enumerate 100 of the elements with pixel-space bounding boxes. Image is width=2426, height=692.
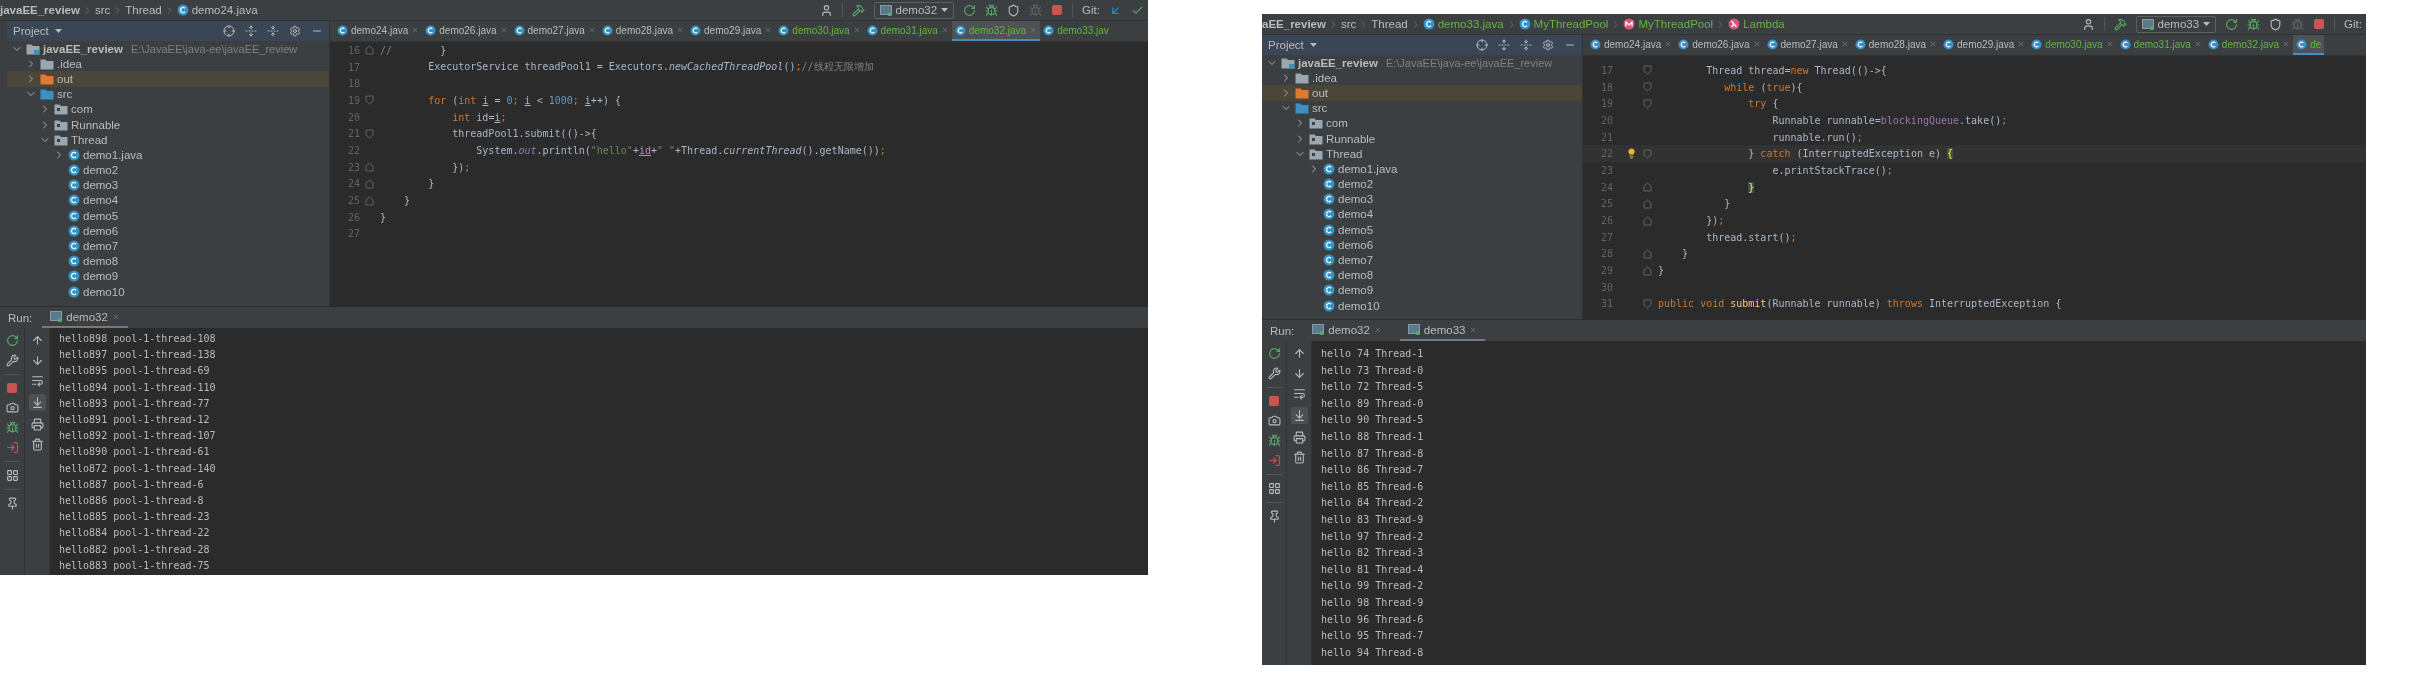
editor-tab[interactable]: demo27.java [1763, 35, 1852, 55]
locate-icon[interactable] [223, 25, 235, 37]
breadcrumb-item[interactable]: Lambda [1728, 18, 1785, 30]
close-icon[interactable] [1469, 325, 1478, 334]
close-icon[interactable] [1373, 325, 1382, 334]
fold-marker-icon[interactable] [365, 128, 374, 139]
close-icon[interactable] [1029, 26, 1038, 34]
fold-marker-icon[interactable] [365, 195, 374, 206]
fold-marker-icon[interactable] [1643, 98, 1652, 109]
hammer-icon[interactable] [851, 3, 865, 17]
close-icon[interactable] [676, 26, 685, 34]
rerun-icon[interactable] [2225, 17, 2239, 31]
tree-item[interactable]: demo3 [1262, 191, 1582, 207]
editor-tab[interactable]: demo33.jav [1040, 21, 1112, 41]
bug-icon[interactable] [1267, 434, 1281, 447]
tree-item[interactable]: javaEE_review E:\JavaEE\java-ee\javaEE_review [1262, 55, 1582, 71]
stop-icon[interactable] [1268, 395, 1280, 407]
editor-tab[interactable]: demo27.java [510, 21, 599, 41]
editor-tab[interactable]: demo31.java [863, 21, 952, 41]
tree-item[interactable]: demo10 [7, 284, 329, 300]
editor-tab[interactable]: demo28.java [598, 21, 688, 41]
tree-item[interactable]: out [7, 71, 329, 87]
editor-tab[interactable]: demo29.java [1940, 35, 2029, 55]
tree-item[interactable]: src [7, 86, 329, 102]
trash-icon[interactable] [1292, 451, 1306, 464]
up-arrow-icon[interactable] [1292, 347, 1306, 360]
bug-icon[interactable] [5, 421, 19, 434]
tree-item[interactable]: demo7 [1262, 252, 1582, 268]
breadcrumb-item[interactable]: src [94, 4, 111, 16]
breadcrumb-item[interactable]: demo24.java [176, 4, 258, 16]
collapse-all-icon[interactable] [267, 25, 279, 37]
bug-icon[interactable] [1029, 3, 1043, 17]
pin-icon[interactable] [5, 497, 19, 510]
fold-marker-icon[interactable] [1643, 148, 1652, 159]
fold-marker-icon[interactable] [1643, 82, 1652, 93]
close-icon[interactable] [2282, 40, 2291, 48]
tree-item[interactable]: src [1262, 100, 1582, 116]
trash-icon[interactable] [30, 438, 44, 451]
close-icon[interactable] [2193, 40, 2202, 48]
tree-item[interactable]: demo4 [7, 192, 329, 209]
tree-item[interactable]: demo6 [1262, 237, 1582, 253]
close-icon[interactable] [2017, 40, 2026, 48]
breadcrumb-item[interactable]: aEE_review [1262, 18, 1326, 30]
editor-tab[interactable]: demo30.java [775, 21, 864, 41]
scroll-to-end-toggle[interactable] [28, 394, 46, 411]
tree-item[interactable]: out [1262, 85, 1582, 101]
close-icon[interactable] [852, 26, 861, 34]
expand-all-icon[interactable] [245, 25, 257, 37]
tree-item[interactable]: demo2 [1262, 176, 1582, 192]
layout-icon[interactable] [5, 469, 19, 482]
editor-tab[interactable]: demo26.java [1675, 35, 1764, 55]
rerun-icon[interactable] [1267, 347, 1281, 360]
close-icon[interactable] [499, 26, 508, 34]
close-icon[interactable] [1752, 40, 1761, 48]
rerun-icon[interactable] [963, 3, 977, 17]
editor-tab[interactable]: demo26.java [422, 21, 511, 41]
fold-marker-icon[interactable] [365, 162, 374, 173]
rerun-icon[interactable] [5, 334, 19, 347]
fold-marker-icon[interactable] [1643, 215, 1652, 226]
editor-tab[interactable]: demo29.java [687, 21, 776, 41]
fold-marker-icon[interactable] [1643, 198, 1652, 209]
camera-icon[interactable] [5, 401, 19, 414]
editor-tab[interactable]: de [2293, 35, 2325, 55]
stop-icon[interactable] [6, 382, 18, 394]
view-selector[interactable]: Project [1268, 39, 1317, 51]
tree-item[interactable]: demo10 [1262, 298, 1582, 314]
wrap-icon[interactable] [1292, 387, 1306, 400]
fold-marker-icon[interactable] [1643, 298, 1652, 309]
tree-item[interactable]: demo8 [1262, 267, 1582, 283]
fold-marker-icon[interactable] [1643, 265, 1652, 276]
fold-marker-icon[interactable] [365, 178, 374, 189]
editor-tab[interactable]: demo24.java [334, 21, 423, 41]
close-icon[interactable] [764, 26, 773, 34]
close-icon[interactable] [111, 312, 120, 321]
tree-item[interactable]: demo5 [7, 208, 329, 224]
breadcrumb-item[interactable]: MyThreadPool [1518, 18, 1609, 30]
bug-icon[interactable] [2291, 17, 2305, 31]
tree-item[interactable]: Thread [7, 132, 329, 148]
run-tab[interactable]: demo32 [1304, 320, 1390, 341]
tree-item[interactable]: demo1.java [7, 147, 329, 163]
run-config-dropdown[interactable]: demo32 [873, 1, 955, 19]
coverage-icon[interactable] [1007, 3, 1021, 17]
editor-tab[interactable]: demo30.java [2028, 35, 2117, 55]
wrench-icon[interactable] [5, 354, 19, 367]
breadcrumb-item[interactable]: demo33.java [1422, 18, 1504, 30]
tree-item[interactable]: demo4 [1262, 206, 1582, 223]
camera-icon[interactable] [1267, 414, 1281, 427]
editor-tab[interactable]: demo32.java [951, 21, 1041, 41]
close-icon[interactable] [587, 26, 596, 34]
debug-icon[interactable] [2247, 17, 2261, 31]
tree-item[interactable]: demo6 [7, 223, 329, 239]
fold-marker-icon[interactable] [1643, 182, 1652, 193]
stop-icon[interactable] [1051, 4, 1064, 16]
fold-marker-icon[interactable] [1643, 65, 1652, 76]
locate-icon[interactable] [1476, 39, 1488, 51]
breadcrumb-item[interactable]: javaEE_review [0, 4, 80, 16]
editor-tab[interactable]: demo28.java [1851, 35, 1941, 55]
scroll-to-end-toggle[interactable] [1290, 407, 1308, 424]
close-icon[interactable] [1664, 40, 1673, 48]
tree-item[interactable]: Runnable [1262, 130, 1582, 147]
